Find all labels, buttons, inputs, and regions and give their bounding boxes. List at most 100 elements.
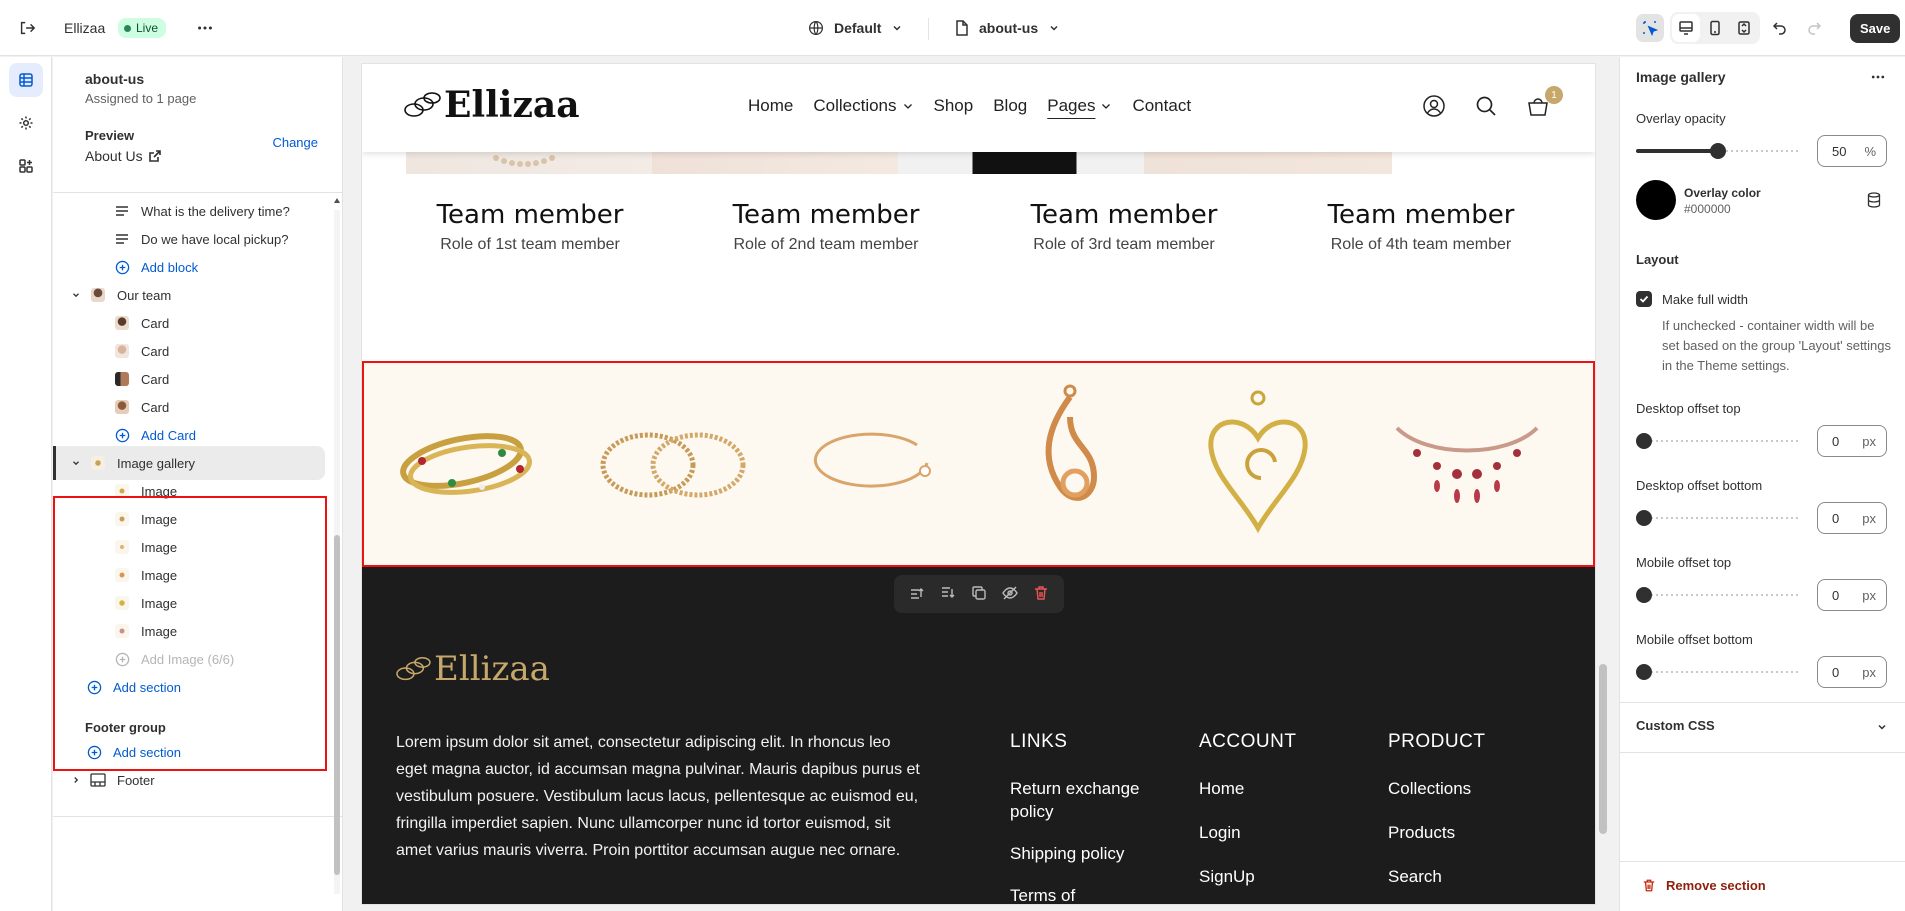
chevron-down-icon xyxy=(893,25,901,31)
desktop-offset-top-label: Desktop offset top xyxy=(1636,401,1741,416)
footer-link[interactable]: Collections xyxy=(1388,777,1485,800)
desktop-offset-top-slider[interactable] xyxy=(1636,433,1800,449)
footer-logo[interactable]: Ellizaa xyxy=(394,649,550,689)
slider-handle[interactable] xyxy=(1636,433,1652,449)
page-name: about-us xyxy=(85,71,145,87)
preview-page-link[interactable]: About Us xyxy=(85,148,342,164)
divider xyxy=(53,816,343,817)
hide-icon[interactable] xyxy=(1001,585,1018,604)
more-options-icon[interactable] xyxy=(1870,69,1886,88)
slider-handle[interactable] xyxy=(1710,143,1726,159)
move-down-icon[interactable] xyxy=(940,585,956,604)
change-link[interactable]: Change xyxy=(272,135,318,150)
nav-pages[interactable]: Pages xyxy=(1047,96,1112,116)
mobile-icon[interactable] xyxy=(1701,14,1729,42)
remove-section-button[interactable]: Remove section xyxy=(1642,878,1766,893)
overlay-color-label: Overlay color xyxy=(1684,186,1761,200)
fullscreen-icon[interactable] xyxy=(1730,14,1758,42)
store-name: Ellizaa xyxy=(64,20,106,36)
footer-link[interactable]: Shipping policy xyxy=(1010,842,1150,865)
section-toolbar xyxy=(894,575,1064,613)
slider-handle[interactable] xyxy=(1636,510,1652,526)
desktop-offset-bottom-slider[interactable] xyxy=(1636,510,1800,526)
chevron-down-icon xyxy=(1102,104,1111,109)
mobile-offset-bottom-label: Mobile offset bottom xyxy=(1636,632,1753,647)
divider xyxy=(1620,702,1905,703)
nav-collections[interactable]: Collections xyxy=(813,96,913,116)
full-width-checkbox[interactable] xyxy=(1636,291,1652,307)
more-options-icon[interactable] xyxy=(196,0,214,56)
add-section-button[interactable]: Add section xyxy=(53,670,328,704)
save-button[interactable]: Save xyxy=(1850,13,1901,43)
gallery-thumbnail xyxy=(89,454,107,472)
overlay-color-value: #000000 xyxy=(1684,202,1731,216)
footer-link[interactable]: Login xyxy=(1199,821,1296,844)
preview-scrollbar[interactable] xyxy=(1596,57,1610,911)
live-badge: Live xyxy=(118,18,167,38)
chevron-down-icon xyxy=(903,104,912,109)
desktop-icon[interactable] xyxy=(1672,14,1700,42)
chevron-down-icon xyxy=(67,286,85,304)
store-logo[interactable]: Ellizaa xyxy=(402,84,580,126)
nav-home[interactable]: Home xyxy=(748,96,793,116)
text-block-icon xyxy=(113,230,131,248)
image-thumbnail xyxy=(113,566,131,584)
page-selector[interactable]: about-us xyxy=(955,0,1060,56)
divider xyxy=(928,18,929,40)
viewport-switcher xyxy=(1670,12,1760,44)
theme-selector[interactable]: Default xyxy=(808,0,903,56)
text-block-icon xyxy=(113,202,131,220)
desktop-offset-bottom-input[interactable]: 0 px xyxy=(1817,502,1887,534)
custom-css-toggle[interactable]: Custom CSS xyxy=(1636,718,1715,733)
nav-contact[interactable]: Contact xyxy=(1132,96,1191,116)
inspector-icon[interactable] xyxy=(1636,14,1664,42)
delete-icon[interactable] xyxy=(1033,585,1049,604)
slider-handle[interactable] xyxy=(1636,587,1652,603)
sections-icon[interactable] xyxy=(9,63,43,97)
overlay-color-swatch[interactable] xyxy=(1636,180,1676,220)
mobile-offset-top-label: Mobile offset top xyxy=(1636,555,1732,570)
external-link-icon xyxy=(148,150,161,162)
redo-icon[interactable] xyxy=(1800,14,1828,42)
card-thumbnail xyxy=(113,314,131,332)
mobile-offset-bottom-slider[interactable] xyxy=(1636,664,1800,680)
footer-link[interactable]: Terms of xyxy=(1010,884,1150,904)
footer-layout-icon xyxy=(89,771,107,789)
store-preview: Ellizaa Home Collections Shop Blog Pages… xyxy=(362,64,1595,904)
overlay-opacity-slider[interactable] xyxy=(1636,143,1800,159)
chevron-down-icon[interactable] xyxy=(1876,721,1888,736)
move-up-icon[interactable] xyxy=(909,585,925,604)
image-thumbnail xyxy=(113,510,131,528)
overlay-opacity-input[interactable]: 50% xyxy=(1817,135,1887,167)
main-nav: Home Collections Shop Blog Pages Contact xyxy=(748,96,1191,116)
apps-icon[interactable] xyxy=(9,149,43,183)
gear-icon[interactable] xyxy=(9,106,43,140)
footer-link[interactable]: Return exchange policy xyxy=(1010,777,1150,823)
sidebar-scrollbar[interactable] xyxy=(332,195,342,910)
image-thumbnail xyxy=(113,538,131,556)
nav-blog[interactable]: Blog xyxy=(993,96,1027,116)
exit-icon[interactable] xyxy=(18,0,38,56)
footer-link[interactable]: Search xyxy=(1388,865,1485,888)
mobile-offset-top-slider[interactable] xyxy=(1636,587,1800,603)
account-icon[interactable] xyxy=(1422,94,1446,121)
footer-link[interactable]: SignUp xyxy=(1199,865,1296,888)
duplicate-icon[interactable] xyxy=(971,585,987,604)
mobile-offset-bottom-input[interactable]: 0 px xyxy=(1817,656,1887,688)
mobile-offset-top-input[interactable]: 0 px xyxy=(1817,579,1887,611)
section-tree: What is the delivery time? Do we have lo… xyxy=(53,193,342,873)
chevron-right-icon xyxy=(67,771,85,789)
trash-icon xyxy=(1643,879,1655,892)
footer-link[interactable]: Home xyxy=(1199,777,1296,800)
undo-icon[interactable] xyxy=(1766,14,1794,42)
footer-link[interactable]: Products xyxy=(1388,821,1485,844)
slider-handle[interactable] xyxy=(1636,664,1652,680)
chevron-down-icon xyxy=(1050,25,1058,31)
desktop-offset-top-input[interactable]: 0 px xyxy=(1817,425,1887,457)
team-member-card: Team member Role of 2nd team member xyxy=(732,200,920,253)
section-footer[interactable]: Footer xyxy=(53,763,328,797)
nav-shop[interactable]: Shop xyxy=(934,96,974,116)
image-thumbnail xyxy=(113,594,131,612)
search-icon[interactable] xyxy=(1474,94,1498,121)
database-icon[interactable] xyxy=(1867,192,1881,211)
